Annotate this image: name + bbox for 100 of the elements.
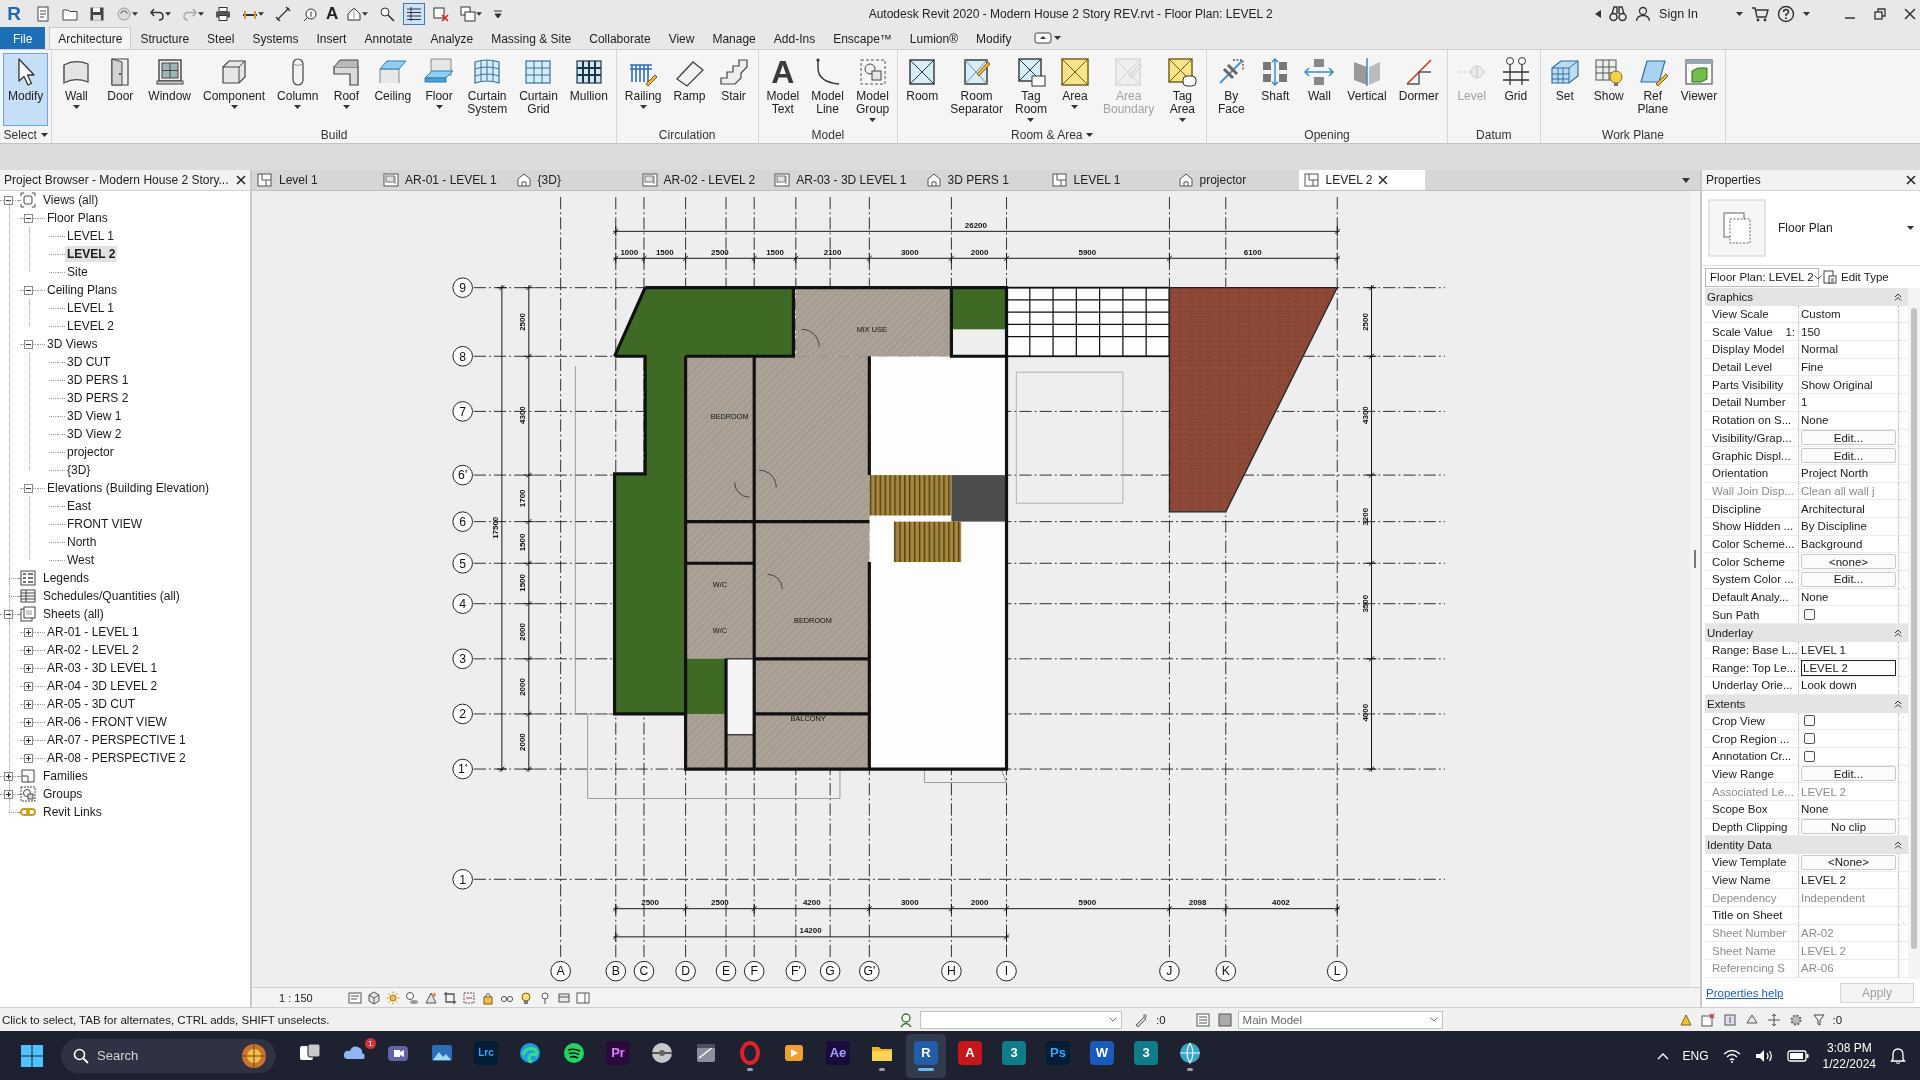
area-tag-icon[interactable]: [1166, 56, 1199, 88]
taskbar-app-button[interactable]: Ps: [1038, 1033, 1078, 1078]
ribbon-tab[interactable]: Architecture: [49, 27, 132, 49]
ribbon-tab[interactable]: Manage: [703, 27, 765, 49]
ribbon-tool-button[interactable]: Vertical: [1342, 53, 1392, 105]
ribbon-tab[interactable]: Steel: [198, 27, 244, 49]
ribbon-tool-button[interactable]: Window: [143, 53, 197, 105]
ribbon-tool-button[interactable]: Column: [272, 53, 324, 111]
ribbon-tool-button[interactable]: Wall: [55, 53, 98, 111]
search-field[interactable]: Search: [61, 1038, 276, 1073]
tree-item[interactable]: Groups: [41, 786, 85, 802]
document-tab[interactable]: projector: [1172, 170, 1299, 190]
property-value[interactable]: LEVEL 1: [1801, 644, 1846, 657]
caret-icon[interactable]: [258, 11, 264, 16]
ribbon-tool-button[interactable]: Model Line: [806, 53, 849, 118]
caret-icon[interactable]: [198, 11, 204, 16]
plus-box-icon[interactable]: [24, 735, 33, 745]
ribbon-tool-button[interactable]: Floor: [418, 53, 461, 111]
edit-type-button[interactable]: Edit Type: [1823, 270, 1889, 284]
type-selector[interactable]: Floor Plan: [1702, 191, 1920, 266]
view-scale-button[interactable]: 1 : 150: [279, 991, 313, 1004]
file-menu-button[interactable]: File: [0, 27, 46, 49]
property-value[interactable]: LEVEL 2: [1801, 874, 1846, 887]
caret-icon[interactable]: [1178, 118, 1186, 122]
collapse-icon[interactable]: [1894, 292, 1902, 301]
property-button[interactable]: Edit...: [1801, 430, 1896, 446]
square-icon[interactable]: [1217, 1012, 1232, 1027]
plus-box-icon[interactable]: [4, 789, 13, 799]
clock-date[interactable]: 1/22/2024: [1822, 1056, 1876, 1071]
ribbon-tool-button[interactable]: Tag Room: [1009, 53, 1052, 124]
minus-box-icon[interactable]: [24, 285, 33, 295]
ribbon-tab[interactable]: Annotate: [355, 27, 422, 49]
tree-item[interactable]: AR-03 - 3D LEVEL 1: [45, 660, 160, 676]
caret-icon[interactable]: [1086, 132, 1094, 137]
speaker-icon[interactable]: [1754, 1048, 1773, 1063]
ribbon-tool-button[interactable]: A Model Text: [761, 53, 805, 118]
chevron-down-icon[interactable]: [1813, 274, 1822, 280]
tree-item[interactable]: projector: [65, 444, 116, 460]
close-icon[interactable]: [1906, 175, 1916, 185]
property-button[interactable]: <none>: [1801, 554, 1896, 570]
minus-box-icon[interactable]: [4, 609, 13, 619]
text-tool[interactable]: A: [326, 4, 339, 23]
taskbar-app-button[interactable]: Ae: [818, 1033, 858, 1078]
tree-item[interactable]: AR-06 - FRONT VIEW: [45, 714, 169, 730]
chevron-down-icon[interactable]: [1429, 1017, 1438, 1022]
chevron-down-icon[interactable]: [1109, 1017, 1117, 1022]
close-icon[interactable]: [236, 175, 246, 185]
tree-item[interactable]: East: [65, 498, 93, 514]
property-button[interactable]: <None>: [1801, 854, 1896, 870]
box-icon[interactable]: [556, 990, 571, 1005]
ribbon-tool-button[interactable]: Area: [1054, 53, 1096, 111]
document-icon[interactable]: [35, 5, 51, 22]
wall-opening-icon[interactable]: [1303, 56, 1336, 88]
move-arrows-icon[interactable]: [1766, 1012, 1781, 1027]
ribbon-tool-button[interactable]: Door: [99, 53, 142, 105]
caret-icon[interactable]: [165, 11, 171, 16]
tree-item[interactable]: AR-08 - PERSPECTIVE 2: [45, 750, 188, 766]
caret-icon[interactable]: [1027, 118, 1035, 122]
lightbulb-icon[interactable]: [518, 990, 533, 1005]
caret-icon[interactable]: [342, 105, 350, 109]
ribbon-tool-button[interactable]: Room Separator: [945, 53, 1008, 118]
edit-type-icon[interactable]: [1823, 270, 1837, 284]
plus-box-icon[interactable]: [24, 753, 33, 763]
battery-icon[interactable]: [1786, 1049, 1809, 1062]
ribbon-tab[interactable]: Systems: [243, 27, 308, 49]
filter-icon[interactable]: [1812, 1013, 1825, 1026]
document-tab[interactable]: {3D}: [510, 170, 637, 190]
tree-item[interactable]: Legends: [41, 570, 92, 586]
tree-item[interactable]: FRONT VIEW: [65, 516, 145, 532]
ribbon-tool-button[interactable]: Dormer: [1393, 53, 1444, 105]
customize-icon[interactable]: [493, 8, 504, 19]
bell-icon[interactable]: [1890, 1047, 1906, 1064]
ribbon-tab[interactable]: Collaborate: [580, 27, 660, 49]
ribbon-tool-button[interactable]: Set: [1543, 53, 1586, 105]
tree-item[interactable]: West: [65, 552, 97, 568]
user-icon[interactable]: [1635, 5, 1652, 22]
tree-item[interactable]: Elevations (Building Elevation): [45, 480, 212, 496]
property-value[interactable]: Look down: [1801, 679, 1857, 692]
plus-box-icon[interactable]: [24, 699, 33, 709]
triangle-icon[interactable]: [1744, 1012, 1759, 1027]
property-value[interactable]: Fine: [1801, 361, 1824, 374]
ribbon-tool-button[interactable]: Model Group: [850, 53, 895, 124]
property-button[interactable]: Edit...: [1801, 571, 1896, 587]
taskbar-app-button[interactable]: 3: [994, 1033, 1034, 1078]
taskbar-app-button[interactable]: 3: [1126, 1033, 1166, 1078]
property-value[interactable]: 150: [1801, 325, 1821, 338]
tree-item[interactable]: LEVEL 1: [65, 228, 116, 244]
ribbon-tool-button[interactable]: Grid: [1494, 53, 1537, 105]
document-tab[interactable]: LEVEL 2: [1298, 170, 1425, 190]
house-icon[interactable]: [346, 5, 363, 22]
tree-item[interactable]: 3D Views: [45, 336, 100, 352]
caret-left-icon[interactable]: [1595, 9, 1602, 18]
tree-item[interactable]: AR-05 - 3D CUT: [45, 696, 137, 712]
tree-item[interactable]: {3D}: [65, 462, 93, 478]
ribbon-tool-button[interactable]: Stair: [712, 53, 755, 105]
taskbar-app-button[interactable]: A: [950, 1033, 990, 1078]
ribbon-tool-button[interactable]: By Face: [1210, 53, 1253, 118]
app-logo[interactable]: R: [4, 2, 24, 25]
plus-box-icon[interactable]: [24, 645, 33, 655]
ribbon-tab[interactable]: View: [659, 27, 704, 49]
